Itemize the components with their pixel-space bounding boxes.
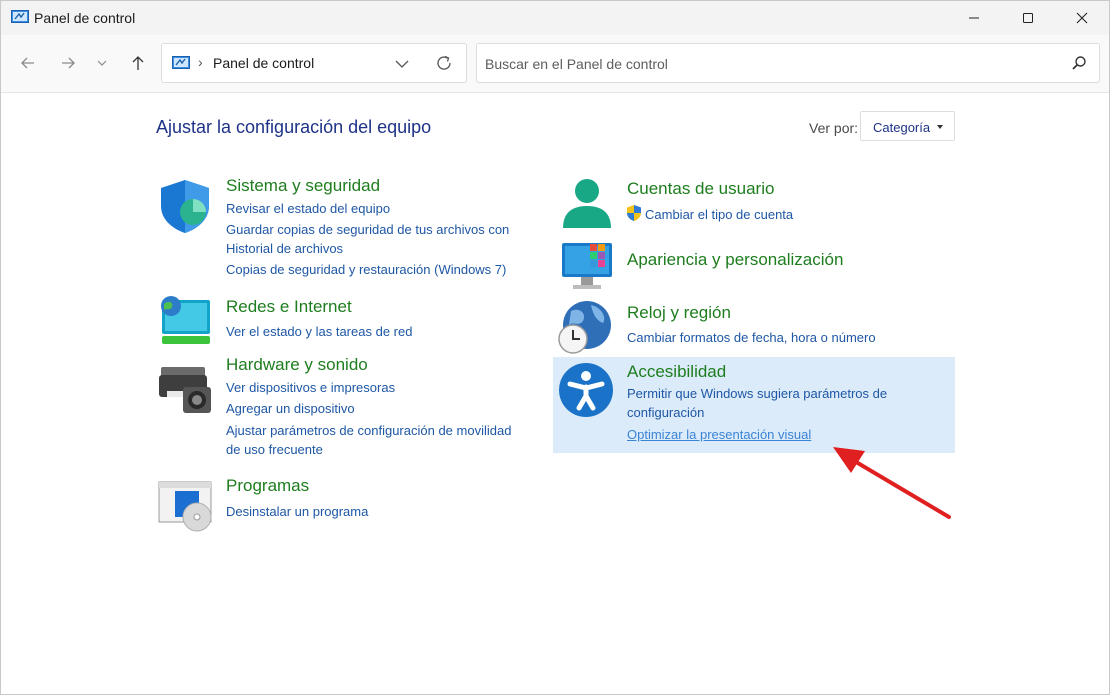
programs-disc-icon[interactable] (157, 479, 213, 535)
arrow-left-icon (21, 57, 34, 69)
clock-globe-icon[interactable] (557, 299, 613, 355)
sistema-seguridad-title[interactable]: Sistema y seguridad (226, 176, 380, 196)
close-button[interactable] (1059, 1, 1105, 35)
view-by-dropdown[interactable]: Categoría (860, 111, 955, 141)
view-by-value: Categoría (873, 120, 931, 135)
hardware-sonido-title[interactable]: Hardware y sonido (226, 355, 368, 375)
search-input[interactable]: Buscar en el Panel de control (476, 43, 1100, 83)
arrow-right-icon (62, 57, 75, 69)
page-title: Ajustar la configuración del equipo (156, 117, 432, 137)
shield-icon[interactable] (157, 178, 213, 234)
printer-speaker-icon[interactable] (157, 361, 213, 417)
hardware-link-2[interactable]: Agregar un dispositivo (226, 399, 355, 419)
title-bar: Panel de control (1, 1, 1109, 35)
view-by-label: Ver por: (809, 120, 859, 136)
accesibilidad-link-1b[interactable]: configuración (627, 403, 704, 423)
accesibilidad-title[interactable]: Accesibilidad (627, 362, 726, 382)
minimize-icon (969, 17, 979, 19)
programas-link-1[interactable]: Desinstalar un programa (226, 502, 368, 522)
breadcrumb[interactable]: Panel de control (213, 55, 314, 71)
control-panel-icon (11, 10, 29, 23)
arrow-up-icon (132, 56, 144, 70)
maximize-button[interactable] (1005, 1, 1051, 35)
hardware-link-3b[interactable]: de uso frecuente (226, 440, 323, 460)
redes-link-1[interactable]: Ver el estado y las tareas de red (226, 322, 412, 342)
appearance-monitor-icon[interactable] (559, 238, 615, 294)
cuentas-usuario-title[interactable]: Cuentas de usuario (627, 179, 774, 199)
search-placeholder: Buscar en el Panel de control (485, 56, 668, 72)
programas-title[interactable]: Programas (226, 476, 309, 496)
breadcrumb-separator-icon: › (198, 54, 203, 70)
sistema-link-1[interactable]: Revisar el estado del equipo (226, 199, 390, 219)
forward-button[interactable] (56, 51, 80, 75)
redes-internet-title[interactable]: Redes e Internet (226, 297, 352, 317)
address-bar[interactable]: › Panel de control (161, 43, 467, 83)
minimize-button[interactable] (951, 1, 997, 35)
user-accounts-icon[interactable] (559, 176, 615, 232)
back-button[interactable] (16, 51, 40, 75)
navigation-toolbar: › Panel de control Buscar en el Panel de… (1, 35, 1109, 93)
caret-down-icon (937, 125, 943, 129)
reloj-link-1[interactable]: Cambiar formatos de fecha, hora o número (627, 328, 876, 348)
hardware-link-1[interactable]: Ver dispositivos e impresoras (226, 378, 395, 398)
control-panel-window: Panel de control › Panel de control Busc… (0, 0, 1110, 695)
cuentas-link-1[interactable]: Cambiar el tipo de cuenta (645, 205, 793, 225)
uac-shield-icon (627, 205, 641, 221)
up-button[interactable] (126, 51, 150, 75)
accesibilidad-link-1[interactable]: Permitir que Windows sugiera parámetros … (627, 384, 887, 404)
sistema-link-2b[interactable]: Historial de archivos (226, 239, 343, 259)
annotation-arrow-icon (833, 447, 951, 519)
reloj-region-title[interactable]: Reloj y región (627, 303, 731, 323)
sistema-link-3[interactable]: Copias de seguridad y restauración (Wind… (226, 260, 506, 280)
maximize-icon (1023, 13, 1033, 23)
control-panel-icon (172, 56, 190, 69)
chevron-down-icon[interactable] (394, 56, 410, 72)
recent-locations-button[interactable] (90, 51, 114, 75)
hardware-link-3[interactable]: Ajustar parámetros de configuración de m… (226, 421, 511, 441)
sistema-link-2[interactable]: Guardar copias de seguridad de tus archi… (226, 220, 509, 240)
network-globe-icon[interactable] (157, 294, 213, 350)
close-icon (1076, 12, 1088, 24)
apariencia-title[interactable]: Apariencia y personalización (627, 250, 843, 270)
optimize-visual-display-link[interactable]: Optimizar la presentación visual (627, 425, 811, 445)
accessibility-icon[interactable] (558, 362, 614, 418)
refresh-icon[interactable] (435, 54, 453, 72)
search-icon[interactable] (1071, 55, 1087, 71)
chevron-down-icon (97, 60, 107, 66)
window-title: Panel de control (34, 10, 136, 26)
